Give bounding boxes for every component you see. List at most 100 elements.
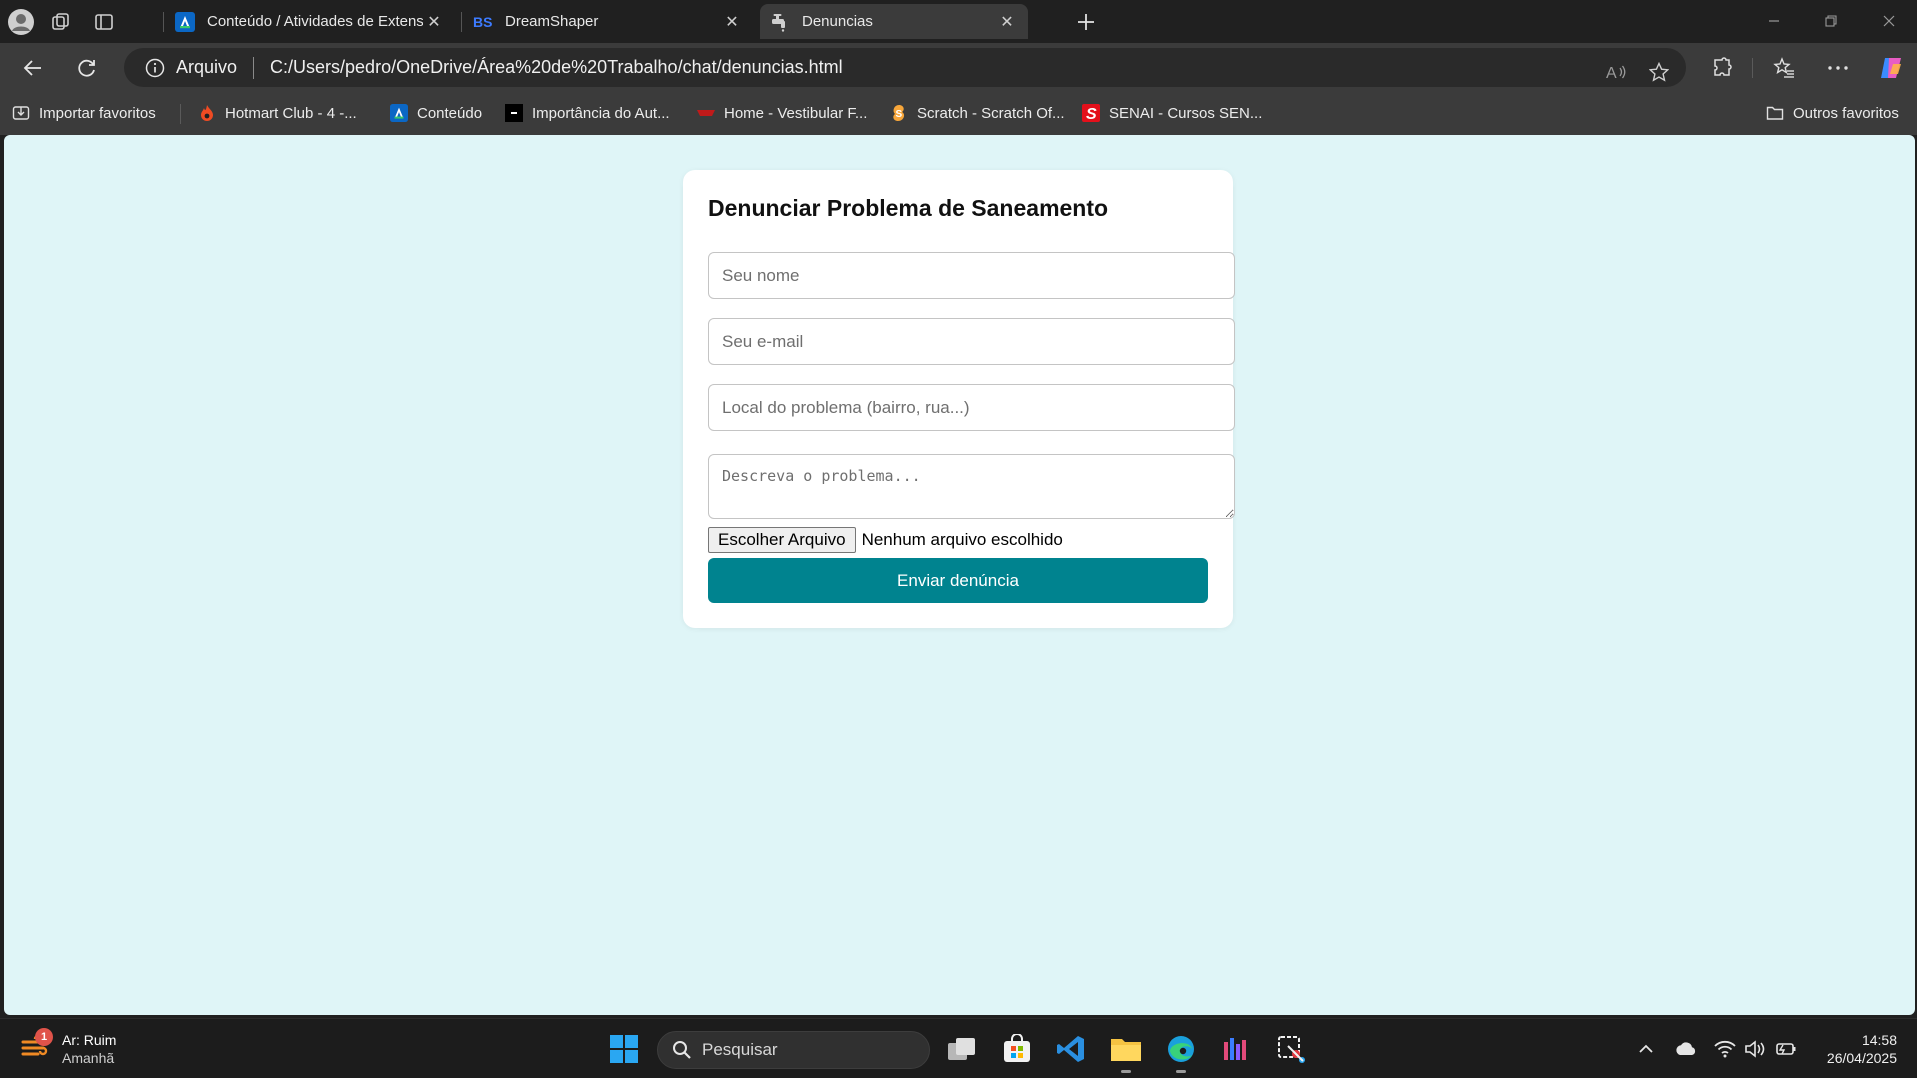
task-view-icon[interactable] — [944, 1031, 980, 1067]
faucet-icon — [770, 12, 790, 32]
store-icon[interactable] — [999, 1031, 1035, 1067]
favorite-senai[interactable]: S SENAI - Cursos SEN... — [1082, 102, 1262, 124]
system-clock[interactable]: 14:58 26/04/2025 — [1827, 1031, 1897, 1067]
url-text[interactable]: C:/Users/pedro/OneDrive/Área%20de%20Trab… — [270, 57, 843, 78]
submit-report-button[interactable]: Enviar denúncia — [708, 558, 1208, 603]
tab-separator — [461, 12, 462, 32]
air-quality-icon: 1 — [20, 1028, 53, 1064]
tab-separator — [163, 12, 164, 32]
back-button[interactable] — [16, 51, 50, 85]
tab-actions-icon[interactable] — [89, 7, 119, 37]
other-favorites-label: Outros favoritos — [1793, 104, 1899, 122]
import-icon — [12, 104, 30, 122]
close-icon[interactable]: ✕ — [721, 11, 743, 33]
browser-tab-strip: Conteúdo / Atividades de Extensã ✕ BS Dr… — [0, 0, 1917, 43]
copilot-icon[interactable] — [1873, 50, 1909, 86]
more-menu-icon[interactable] — [1820, 50, 1856, 86]
refresh-button[interactable] — [70, 51, 104, 85]
volume-icon[interactable] — [1743, 1037, 1767, 1061]
favorite-label: Importância do Aut... — [532, 104, 670, 122]
site-scheme-label[interactable]: Arquivo — [176, 57, 237, 78]
a-logo-icon — [390, 104, 408, 122]
vscode-icon[interactable] — [1053, 1031, 1089, 1067]
favorites-bar: Importar favoritos Hotmart Club - 4 -...… — [0, 91, 1917, 135]
scratch-icon: S — [890, 104, 908, 122]
running-indicator — [1121, 1070, 1131, 1073]
workspaces-icon[interactable] — [46, 7, 76, 37]
favorite-label: Importar favoritos — [39, 104, 156, 122]
search-label: Pesquisar — [702, 1040, 778, 1059]
name-field[interactable] — [708, 252, 1235, 299]
close-icon[interactable]: ✕ — [996, 11, 1018, 33]
windows-start-icon[interactable] — [606, 1031, 642, 1067]
email-field[interactable] — [708, 318, 1235, 365]
flame-icon — [198, 104, 216, 122]
svg-text:A: A — [1606, 65, 1617, 81]
back-arrow-icon — [23, 60, 41, 76]
read-aloud-icon[interactable]: A — [1599, 55, 1633, 89]
favorite-label: Hotmart Club - 4 -... — [225, 104, 357, 122]
svg-text:BS: BS — [473, 14, 492, 30]
close-icon[interactable]: ✕ — [423, 11, 445, 33]
info-icon[interactable] — [144, 57, 166, 79]
favorite-label: Conteúdo — [417, 104, 483, 122]
bs-logo-icon: BS — [473, 12, 493, 32]
taskbar-search[interactable]: Pesquisar — [657, 1031, 930, 1069]
minimize-icon[interactable] — [1748, 0, 1800, 42]
favorites-icon[interactable] — [1766, 50, 1802, 86]
page-viewport: Denunciar Problema de Saneamento Escolhe… — [4, 135, 1915, 1015]
snipping-tool-icon[interactable] — [1273, 1031, 1309, 1067]
black-square-icon — [505, 104, 523, 122]
favorites-separator — [180, 104, 181, 124]
tab-denuncias[interactable]: Denuncias ✕ — [760, 4, 1028, 39]
file-status-text: Nenhum arquivo escolhido — [861, 530, 1063, 549]
chevron-up-icon[interactable] — [1634, 1037, 1658, 1061]
file-explorer-icon[interactable] — [1108, 1031, 1144, 1073]
tab-title: Conteúdo / Atividades de Extensã — [207, 13, 423, 30]
file-input[interactable]: Escolher Arquivo Nenhum arquivo escolhid… — [708, 527, 1063, 553]
address-bar[interactable]: Arquivo C:/Users/pedro/OneDrive/Área%20d… — [124, 48, 1686, 87]
tab-title: Denuncias — [802, 13, 873, 30]
location-field[interactable] — [708, 384, 1235, 431]
weather-subtitle: Amanhã — [62, 1050, 115, 1066]
extensions-icon[interactable] — [1704, 50, 1740, 86]
wifi-icon[interactable] — [1713, 1037, 1737, 1061]
toolbar-separator — [1752, 58, 1753, 78]
edge-icon[interactable] — [1163, 1031, 1199, 1073]
refresh-icon — [78, 59, 95, 77]
favorite-import[interactable]: Importar favoritos — [12, 102, 156, 124]
weather-title: Ar: Ruim — [62, 1032, 117, 1048]
report-form-card: Denunciar Problema de Saneamento Escolhe… — [683, 170, 1235, 628]
weather-widget[interactable]: 1 Ar: Ruim Amanhã — [20, 1028, 117, 1067]
address-divider — [253, 56, 255, 79]
tab-title: DreamShaper — [505, 13, 599, 30]
clock-time: 14:58 — [1861, 1032, 1897, 1048]
svg-text:S: S — [1086, 106, 1097, 122]
restore-icon[interactable] — [1805, 0, 1857, 42]
app-icon[interactable] — [1218, 1031, 1254, 1067]
battery-icon[interactable] — [1773, 1037, 1797, 1061]
senai-s-icon: S — [1082, 104, 1100, 122]
favorite-label: Scratch - Scratch Of... — [917, 104, 1065, 122]
choose-file-button[interactable]: Escolher Arquivo — [708, 527, 856, 553]
a-logo-icon — [175, 11, 195, 32]
notification-badge: 1 — [35, 1028, 53, 1046]
new-tab-icon[interactable] — [1071, 7, 1101, 37]
window-close-icon[interactable] — [1863, 0, 1915, 42]
favorite-scratch[interactable]: S Scratch - Scratch Of... — [890, 102, 1065, 124]
description-textarea[interactable] — [708, 454, 1235, 519]
favorite-label: Home - Vestibular F... — [724, 104, 868, 122]
tab-conteudo[interactable]: Conteúdo / Atividades de Extensã ✕ — [165, 4, 455, 39]
favorite-importancia[interactable]: Importância do Aut... — [505, 102, 670, 124]
profile-icon[interactable] — [6, 7, 36, 37]
onedrive-cloud-icon[interactable] — [1674, 1037, 1698, 1061]
favorite-star-icon[interactable] — [1642, 55, 1676, 89]
other-favorites-folder[interactable]: Outros favoritos — [1766, 102, 1899, 124]
favorite-hotmart[interactable]: Hotmart Club - 4 -... — [198, 102, 357, 124]
favorite-vestibular[interactable]: Home - Vestibular F... — [697, 102, 867, 124]
favorite-label: SENAI - Cursos SEN... — [1109, 104, 1263, 122]
tab-dreamshaper[interactable]: BS DreamShaper ✕ — [463, 4, 753, 39]
favorite-conteudo[interactable]: Conteúdo — [390, 102, 482, 124]
clock-date: 26/04/2025 — [1826, 1050, 1897, 1066]
page-title: Denunciar Problema de Saneamento — [708, 195, 1109, 221]
